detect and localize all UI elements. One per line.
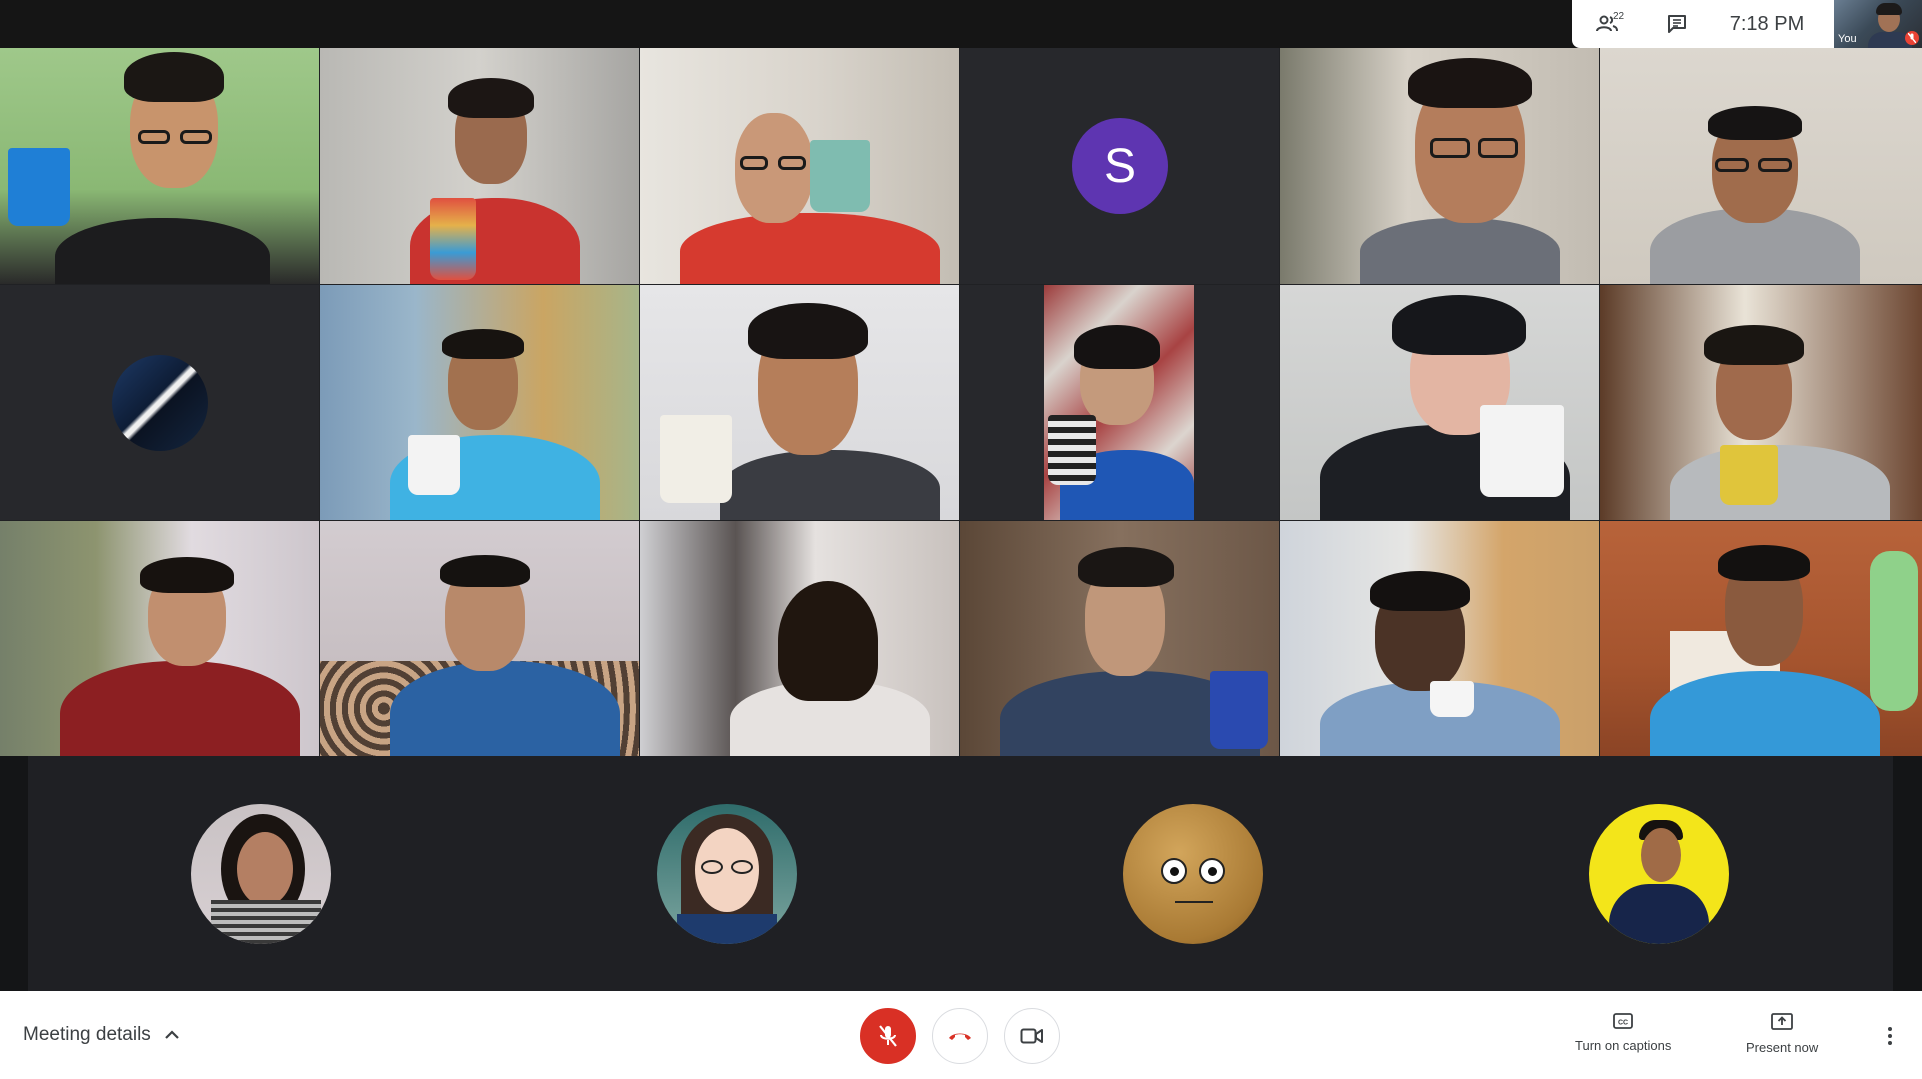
participant-tile-16[interactable] — [960, 521, 1279, 756]
participant-tile-12[interactable] — [1600, 285, 1922, 520]
meeting-details-label: Meeting details — [23, 1024, 151, 1045]
hangup-icon — [949, 1033, 971, 1040]
microphone-toggle-button[interactable] — [860, 1008, 916, 1064]
chat-icon — [1668, 15, 1686, 33]
captions-button[interactable]: CC Turn on captions — [1575, 1013, 1671, 1053]
participant-tile-15[interactable] — [640, 521, 959, 756]
present-label: Present now — [1746, 1040, 1819, 1055]
chevron-up-icon — [165, 1030, 179, 1039]
leave-call-button[interactable] — [932, 1008, 988, 1064]
closed-captions-icon: CC — [1613, 1013, 1634, 1029]
participant-tile-2[interactable] — [320, 48, 639, 284]
participant-tile-8[interactable] — [320, 285, 639, 520]
participant-tile-7[interactable] — [0, 285, 319, 520]
meeting-info-bar: 22 7:18 PM You — [1572, 0, 1922, 48]
more-options-button[interactable] — [1878, 1021, 1902, 1051]
camera-icon — [1020, 1028, 1043, 1044]
meeting-details-button[interactable]: Meeting details — [23, 1024, 179, 1046]
participant-tile-4[interactable]: S — [960, 48, 1279, 284]
meeting-time: 7:18 PM — [1729, 12, 1805, 35]
meet-call-screen: 22 7:18 PM You S Meeting details CC Turn… — [0, 0, 1922, 1079]
bottom-control-bar: Meeting details CC Turn on captions Pres… — [0, 991, 1922, 1079]
self-label: You — [1838, 33, 1857, 45]
participant-tile-6[interactable] — [1600, 48, 1922, 284]
strip-edge-left — [0, 756, 28, 991]
participant-tile-3[interactable] — [640, 48, 959, 284]
mic-off-icon — [879, 1025, 897, 1047]
participant-profile-avatar — [112, 355, 208, 451]
participant-tile-10[interactable] — [960, 285, 1279, 520]
avatar-potato[interactable] — [1123, 804, 1263, 944]
present-screen-icon — [1771, 1013, 1794, 1030]
participant-tile-1[interactable] — [0, 48, 319, 284]
avatar-yellow-man[interactable] — [1589, 804, 1729, 944]
video-grid: S — [0, 48, 1922, 756]
participant-tile-9[interactable] — [640, 285, 959, 520]
participant-tile-13[interactable] — [0, 521, 319, 756]
more-vert-icon — [1888, 1027, 1892, 1031]
participant-tile-18[interactable] — [1600, 521, 1922, 756]
captions-label: Turn on captions — [1575, 1038, 1672, 1053]
chat-button[interactable] — [1642, 0, 1712, 48]
participant-initial-avatar: S — [1072, 118, 1168, 214]
self-hair — [1876, 3, 1902, 15]
self-mic-off-icon — [1905, 31, 1919, 45]
strip-edge-right — [1893, 756, 1922, 991]
avatar-photo-woman[interactable] — [191, 804, 331, 944]
participant-tile-11[interactable] — [1280, 285, 1599, 520]
svg-text:CC: CC — [1618, 1020, 1628, 1027]
avatar-cartoon-woman[interactable] — [657, 804, 797, 944]
present-now-button[interactable]: Present now — [1746, 1013, 1818, 1055]
participants-count: 22 — [1613, 11, 1625, 22]
camera-toggle-button[interactable] — [1004, 1008, 1060, 1064]
participant-avatar-strip — [28, 756, 1893, 991]
participant-tile-17[interactable] — [1280, 521, 1599, 756]
participant-tile-5[interactable] — [1280, 48, 1599, 284]
participant-tile-14[interactable] — [320, 521, 639, 756]
participants-button[interactable]: 22 — [1572, 0, 1642, 48]
self-view-thumbnail[interactable]: You — [1834, 0, 1922, 48]
